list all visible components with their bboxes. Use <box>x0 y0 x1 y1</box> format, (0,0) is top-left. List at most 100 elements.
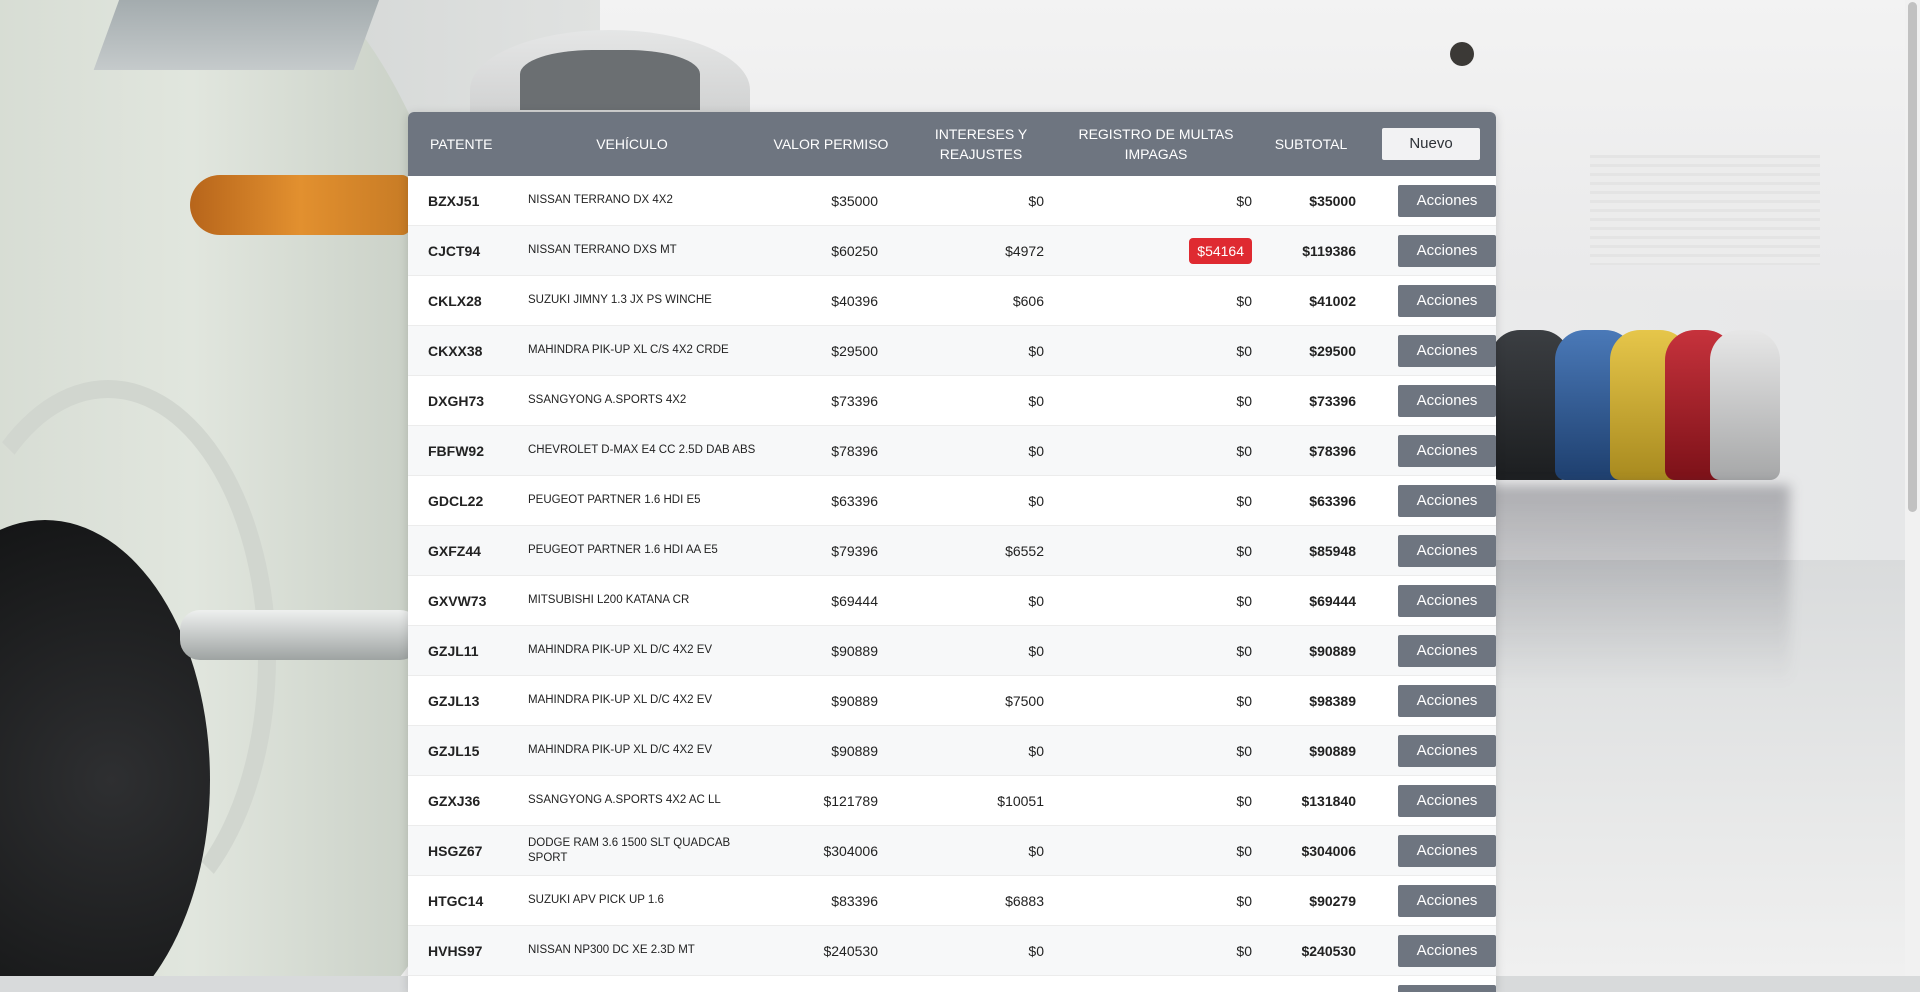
cell-actions: Acciones <box>1356 785 1496 817</box>
actions-button[interactable]: Acciones <box>1398 785 1496 817</box>
header-actions: Nuevo <box>1366 128 1496 160</box>
actions-button[interactable]: Acciones <box>1398 335 1496 367</box>
cell-intereses: $0 <box>878 743 1044 759</box>
cell-valor-permiso: $73396 <box>778 393 878 409</box>
cell-actions: Acciones <box>1356 535 1496 567</box>
cell-valor-permiso: $240530 <box>778 943 878 959</box>
table-row: FBFW92CHEVROLET D-MAX E4 CC 2.5D DAB ABS… <box>408 426 1496 476</box>
cell-intereses: $0 <box>878 493 1044 509</box>
header-subtotal: SUBTOTAL <box>1256 134 1366 154</box>
actions-button[interactable]: Acciones <box>1398 385 1496 417</box>
cell-registro-multas: $0 <box>1044 543 1252 559</box>
multas-value: $0 <box>1236 643 1252 659</box>
cell-registro-multas: $0 <box>1044 793 1252 809</box>
new-button[interactable]: Nuevo <box>1382 128 1480 160</box>
table-row: HTGC14SUZUKI APV PICK UP 1.6$83396$6883$… <box>408 876 1496 926</box>
cell-actions: Acciones <box>1356 835 1496 867</box>
cell-valor-permiso: $79396 <box>778 543 878 559</box>
cell-vehiculo: NISSAN TERRANO DXS MT <box>528 243 778 258</box>
table-row: Acciones <box>408 976 1496 992</box>
actions-button[interactable]: Acciones <box>1398 585 1496 617</box>
cell-vehiculo: NISSAN NP300 DC XE 2.3D MT <box>528 943 778 958</box>
cell-registro-multas: $0 <box>1044 293 1252 309</box>
cell-actions: Acciones <box>1356 485 1496 517</box>
cell-patente: GZJL11 <box>408 643 528 659</box>
actions-button[interactable]: Acciones <box>1398 435 1496 467</box>
cell-patente: GZXJ36 <box>408 793 528 809</box>
cell-subtotal: $29500 <box>1252 343 1356 359</box>
cell-patente: HVHS97 <box>408 943 528 959</box>
page-scrollbar[interactable] <box>1905 0 1920 976</box>
cell-subtotal: $240530 <box>1252 943 1356 959</box>
cell-actions: Acciones <box>1356 985 1496 992</box>
cell-actions: Acciones <box>1356 635 1496 667</box>
actions-button[interactable]: Acciones <box>1398 285 1496 317</box>
cell-intereses: $10051 <box>878 793 1044 809</box>
bg-car-glass <box>520 50 700 110</box>
cell-patente: BZXJ51 <box>408 193 528 209</box>
cell-subtotal: $90889 <box>1252 643 1356 659</box>
multas-value: $0 <box>1236 343 1252 359</box>
cell-valor-permiso: $60250 <box>778 243 878 259</box>
table-row: CKXX38MAHINDRA PIK-UP XL C/S 4X2 CRDE$29… <box>408 326 1496 376</box>
table-row: GZJL15MAHINDRA PIK-UP XL D/C 4X2 EV$9088… <box>408 726 1496 776</box>
cell-registro-multas: $0 <box>1044 943 1252 959</box>
actions-button[interactable]: Acciones <box>1398 935 1496 967</box>
multas-badge: $54164 <box>1189 238 1252 264</box>
cell-valor-permiso: $40396 <box>778 293 878 309</box>
cell-intereses: $6552 <box>878 543 1044 559</box>
multas-value: $0 <box>1236 793 1252 809</box>
cell-actions: Acciones <box>1356 935 1496 967</box>
vehicles-table: PATENTE VEHÍCULO VALOR PERMISO INTERESES… <box>408 112 1496 992</box>
table-row: CKLX28SUZUKI JIMNY 1.3 JX PS WINCHE$4039… <box>408 276 1496 326</box>
cell-vehiculo: CHEVROLET D-MAX E4 CC 2.5D DAB ABS <box>528 443 778 458</box>
scrollbar-thumb[interactable] <box>1908 2 1917 512</box>
cell-patente: HSGZ67 <box>408 843 528 859</box>
actions-button[interactable]: Acciones <box>1398 735 1496 767</box>
cell-vehiculo: SUZUKI JIMNY 1.3 JX PS WINCHE <box>528 293 778 308</box>
multas-value: $0 <box>1236 593 1252 609</box>
cell-patente: GZJL15 <box>408 743 528 759</box>
bg-floor-reflection <box>1480 485 1790 685</box>
cell-registro-multas: $0 <box>1044 493 1252 509</box>
cell-patente: GDCL22 <box>408 493 528 509</box>
cell-vehiculo: MAHINDRA PIK-UP XL D/C 4X2 EV <box>528 693 778 708</box>
bg-car-window <box>94 0 387 70</box>
table-row: GDCL22PEUGEOT PARTNER 1.6 HDI E5$63396$0… <box>408 476 1496 526</box>
cell-subtotal: $131840 <box>1252 793 1356 809</box>
header-registro-multas: REGISTRO DE MULTAS IMPAGAS <box>1056 124 1256 164</box>
actions-button[interactable]: Acciones <box>1398 685 1496 717</box>
cell-subtotal: $73396 <box>1252 393 1356 409</box>
bg-chrome-trim <box>180 610 420 660</box>
bg-wall-poster <box>1590 155 1820 265</box>
cell-subtotal: $98389 <box>1252 693 1356 709</box>
cell-subtotal: $41002 <box>1252 293 1356 309</box>
actions-button[interactable]: Acciones <box>1398 485 1496 517</box>
multas-value: $0 <box>1236 743 1252 759</box>
cell-actions: Acciones <box>1356 185 1496 217</box>
table-header: PATENTE VEHÍCULO VALOR PERMISO INTERESES… <box>408 112 1496 176</box>
actions-button[interactable]: Acciones <box>1398 635 1496 667</box>
cell-intereses: $0 <box>878 593 1044 609</box>
cell-subtotal: $304006 <box>1252 843 1356 859</box>
cell-actions: Acciones <box>1356 435 1496 467</box>
actions-button[interactable]: Acciones <box>1398 185 1496 217</box>
actions-button[interactable]: Acciones <box>1398 235 1496 267</box>
cell-subtotal: $90279 <box>1252 893 1356 909</box>
actions-button[interactable]: Acciones <box>1398 985 1496 992</box>
cell-subtotal: $78396 <box>1252 443 1356 459</box>
cell-registro-multas: $0 <box>1044 693 1252 709</box>
actions-button[interactable]: Acciones <box>1398 835 1496 867</box>
cell-valor-permiso: $90889 <box>778 693 878 709</box>
cell-patente: GXVW73 <box>408 593 528 609</box>
header-patente: PATENTE <box>408 134 508 154</box>
cell-valor-permiso: $35000 <box>778 193 878 209</box>
cell-valor-permiso: $83396 <box>778 893 878 909</box>
cell-actions: Acciones <box>1356 235 1496 267</box>
actions-button[interactable]: Acciones <box>1398 535 1496 567</box>
cell-subtotal: $35000 <box>1252 193 1356 209</box>
cell-registro-multas: $0 <box>1044 193 1252 209</box>
cell-actions: Acciones <box>1356 585 1496 617</box>
actions-button[interactable]: Acciones <box>1398 885 1496 917</box>
cell-valor-permiso: $90889 <box>778 743 878 759</box>
